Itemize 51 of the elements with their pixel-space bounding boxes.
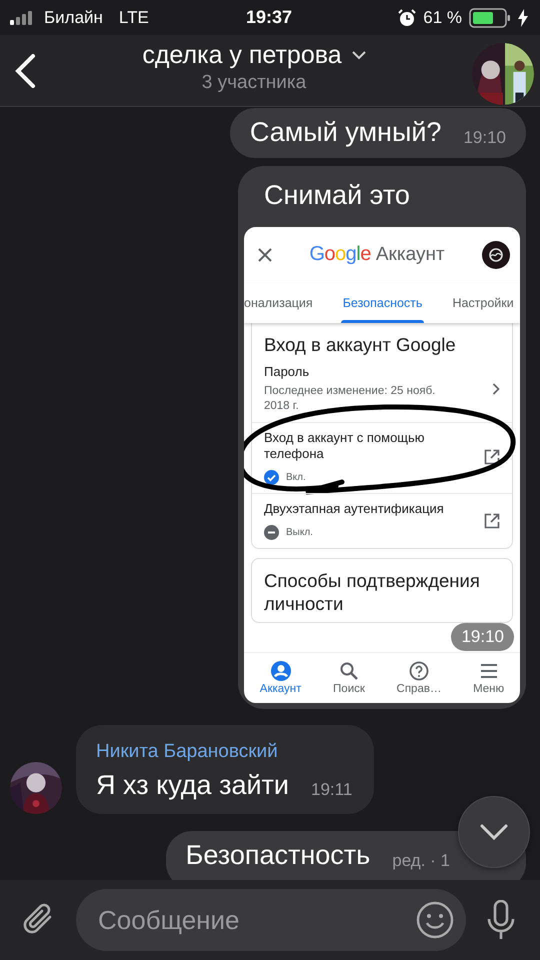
google-logo: Google (309, 243, 371, 266)
message-text: Безопастность (186, 841, 370, 872)
bolt-icon (518, 8, 528, 26)
setting-row[interactable]: Пароль Последнее изменение: 25 нояб. 2018 г. (252, 362, 512, 422)
setting-row[interactable]: Вход в аккаунт с помощью телефона Вкл. (252, 422, 512, 494)
help-icon (408, 660, 429, 681)
emoji-icon[interactable] (416, 901, 454, 939)
sender-name: Никита Барановский (96, 740, 279, 763)
network-type: LTE (118, 8, 149, 28)
close-icon[interactable] (258, 248, 272, 262)
message-text: Снимай это (263, 178, 411, 212)
tab[interactable]: онализация (244, 282, 315, 323)
tab[interactable]: Безопасность (340, 282, 424, 323)
message-time: ред. · 1 (392, 851, 450, 872)
nav-item[interactable]: Справ… (394, 660, 444, 695)
status-label: Выкл. (286, 527, 313, 538)
message-field[interactable]: Сообщение (76, 889, 466, 951)
participant-count: 3 участника (202, 72, 306, 94)
chat-title[interactable]: сделка у петрова (142, 41, 342, 70)
nav-item[interactable]: Аккаунт (258, 660, 304, 695)
page-title: Аккаунт (376, 244, 445, 266)
nav-item[interactable]: Меню (471, 660, 506, 695)
tab[interactable]: Настройки (450, 282, 516, 323)
status-label: Вкл. (286, 472, 306, 484)
back-icon[interactable] (14, 54, 36, 88)
setting-label: Двухэтапная аутентификация (264, 501, 445, 518)
carrier-name: Билайн (44, 8, 103, 28)
battery-percent: 61 % (423, 8, 462, 28)
external-link-icon (484, 449, 500, 466)
account-icon (270, 660, 291, 681)
setting-detail: Последнее изменение: 25 нояб. 2018 г. (264, 384, 436, 414)
microphone-icon[interactable] (486, 900, 516, 940)
external-link-icon (484, 512, 500, 529)
chevron-down-icon (480, 824, 508, 840)
chevron-right-icon (492, 382, 500, 395)
message-text: Я хз куда зайти (96, 770, 289, 800)
setting-label: Вход в аккаунт с помощью телефона (264, 430, 426, 464)
card-title: Способы подтверждения личности (263, 569, 481, 616)
alarm-icon (398, 8, 416, 26)
card-title: Вход в аккаунт Google (263, 332, 457, 357)
clock-time: 19:37 (246, 7, 292, 28)
search-icon (338, 660, 359, 681)
nav-item[interactable]: Поиск (331, 660, 367, 695)
setting-label: Пароль (264, 364, 310, 381)
chevron-down-icon[interactable] (352, 51, 366, 60)
message-text: Самый умный? (250, 118, 442, 148)
account-avatar-icon[interactable] (482, 240, 510, 269)
message-time: 19:11 (311, 780, 352, 800)
message-time: 19:10 (463, 128, 506, 148)
setting-row[interactable]: Двухэтапная аутентификация Выкл. (252, 493, 512, 548)
battery-icon (469, 8, 512, 28)
